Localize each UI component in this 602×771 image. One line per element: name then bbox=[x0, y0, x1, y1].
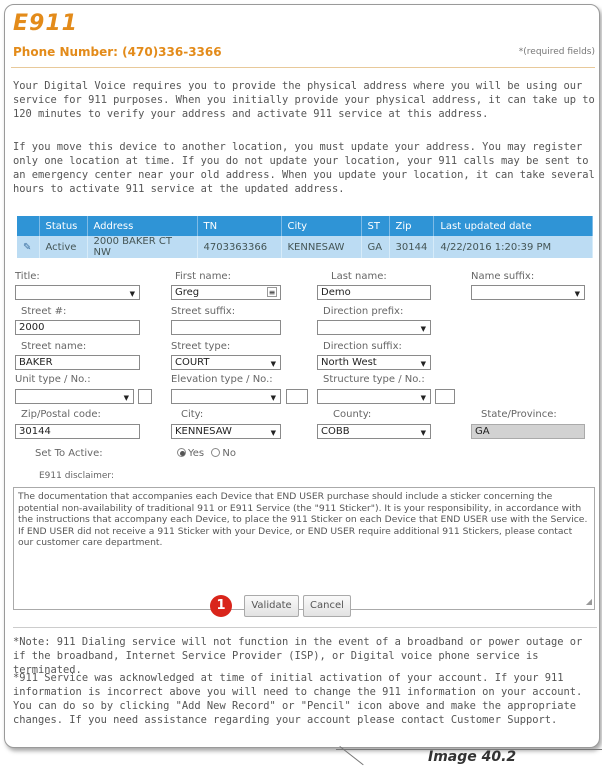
validate-button[interactable]: Validate bbox=[244, 595, 299, 617]
unit-type-label: Unit type / No.: bbox=[15, 374, 91, 385]
street-suffix-field[interactable] bbox=[171, 320, 281, 335]
yes-label: Yes bbox=[188, 448, 205, 459]
name-suffix-select[interactable] bbox=[471, 285, 585, 301]
county-select[interactable]: COBB bbox=[317, 424, 431, 440]
structure-type-label: Structure type / No.: bbox=[323, 374, 425, 385]
first-name-field[interactable]: Greg ≡ bbox=[171, 285, 281, 300]
cancel-button[interactable]: Cancel bbox=[303, 595, 351, 617]
image-caption: Image 40.2 bbox=[428, 749, 517, 765]
intro-paragraph-1: Your Digital Voice requires you to provi… bbox=[13, 80, 595, 120]
column-header: TN bbox=[197, 216, 282, 236]
street-suffix-label: Street suffix: bbox=[171, 306, 236, 317]
disclaimer-textarea[interactable]: The documentation that accompanies each … bbox=[13, 487, 595, 610]
e911-panel: E911 Phone Number: (470)336-3366 *(requi… bbox=[4, 4, 600, 748]
edit-pencil-cell[interactable]: ✎ bbox=[17, 236, 40, 258]
table-row[interactable]: ✎ Active 2000 BAKER CT NW 4703363366 KEN… bbox=[17, 236, 593, 258]
step-badge: 1 bbox=[210, 595, 232, 617]
direction-suffix-select[interactable]: North West bbox=[317, 355, 431, 371]
resize-grip-icon[interactable]: ◢ bbox=[586, 596, 592, 608]
table-cell: Active bbox=[39, 236, 88, 258]
state-label: State/Province: bbox=[481, 409, 557, 420]
disclaimer-text: The documentation that accompanies each … bbox=[18, 491, 588, 548]
elevation-number-field[interactable] bbox=[286, 389, 308, 404]
street-number-label: Street #: bbox=[21, 306, 67, 317]
street-type-select[interactable]: COURT bbox=[171, 355, 281, 371]
unit-number-field[interactable] bbox=[138, 389, 152, 404]
title-select[interactable] bbox=[15, 285, 140, 301]
direction-prefix-label: Direction prefix: bbox=[323, 306, 404, 317]
street-name-field[interactable]: BAKER bbox=[15, 355, 140, 370]
direction-suffix-label: Direction suffix: bbox=[323, 341, 402, 352]
column-header: Address bbox=[87, 216, 198, 236]
no-label: No bbox=[222, 448, 236, 459]
no-radio[interactable] bbox=[211, 448, 221, 457]
column-header: Last updated date bbox=[433, 216, 593, 236]
intro-paragraph-2: If you move this device to another locat… bbox=[13, 141, 595, 195]
street-type-label: Street type: bbox=[171, 341, 231, 352]
divider bbox=[13, 627, 597, 628]
county-label: County: bbox=[333, 409, 372, 420]
divider bbox=[11, 67, 595, 68]
table-cell: 30144 bbox=[389, 236, 435, 258]
structure-number-field[interactable] bbox=[435, 389, 455, 404]
pencil-icon[interactable]: ✎ bbox=[23, 242, 31, 253]
phone-number-label: Phone Number: (470)336-3366 bbox=[13, 45, 222, 59]
yes-radio[interactable] bbox=[177, 448, 186, 457]
location-table: Status Address TN City ST Zip Last updat… bbox=[17, 216, 593, 258]
column-header: Status bbox=[39, 216, 88, 236]
unit-type-select[interactable] bbox=[15, 389, 134, 405]
column-header bbox=[17, 216, 40, 236]
zip-field[interactable]: 30144 bbox=[15, 424, 140, 439]
zip-label: Zip/Postal code: bbox=[21, 409, 101, 420]
note-acknowledged: *911 Service was acknowledged at time of… bbox=[13, 672, 583, 726]
column-header: City bbox=[281, 216, 362, 236]
elevation-type-label: Elevation type / No.: bbox=[171, 374, 273, 385]
required-fields-note: *(required fields) bbox=[518, 47, 595, 57]
active-radio-group: Yes No bbox=[177, 448, 236, 459]
last-name-label: Last name: bbox=[331, 271, 387, 282]
column-header: Zip bbox=[389, 216, 435, 236]
phone-row: Phone Number: (470)336-3366 *(required f… bbox=[13, 45, 595, 59]
city-select[interactable]: KENNESAW bbox=[171, 424, 281, 440]
table-cell: GA bbox=[361, 236, 390, 258]
last-name-field[interactable]: Demo bbox=[317, 285, 431, 300]
state-field: GA bbox=[471, 424, 585, 439]
street-name-label: Street name: bbox=[21, 341, 87, 352]
disclaimer-label: E911 disclaimer: bbox=[39, 471, 114, 481]
elevation-type-select[interactable] bbox=[171, 389, 281, 405]
name-suffix-label: Name suffix: bbox=[471, 271, 535, 282]
city-label: City: bbox=[181, 409, 204, 420]
table-cell: 4703363366 bbox=[197, 236, 282, 258]
table-header-row: Status Address TN City ST Zip Last updat… bbox=[17, 216, 593, 236]
contact-card-icon: ≡ bbox=[267, 287, 277, 297]
street-number-field[interactable]: 2000 bbox=[15, 320, 140, 335]
table-cell: KENNESAW bbox=[281, 236, 362, 258]
first-name-label: First name: bbox=[175, 271, 231, 282]
title-label: Title: bbox=[15, 271, 40, 282]
table-cell: 4/22/2016 1:20:39 PM bbox=[433, 236, 593, 258]
page-title: E911 bbox=[13, 11, 78, 36]
first-name-value: Greg bbox=[175, 287, 200, 298]
column-header: ST bbox=[361, 216, 390, 236]
set-active-label: Set To Active: bbox=[35, 448, 103, 459]
structure-type-select[interactable] bbox=[317, 389, 431, 405]
direction-prefix-select[interactable] bbox=[317, 320, 431, 336]
table-cell: 2000 BAKER CT NW bbox=[87, 236, 198, 258]
